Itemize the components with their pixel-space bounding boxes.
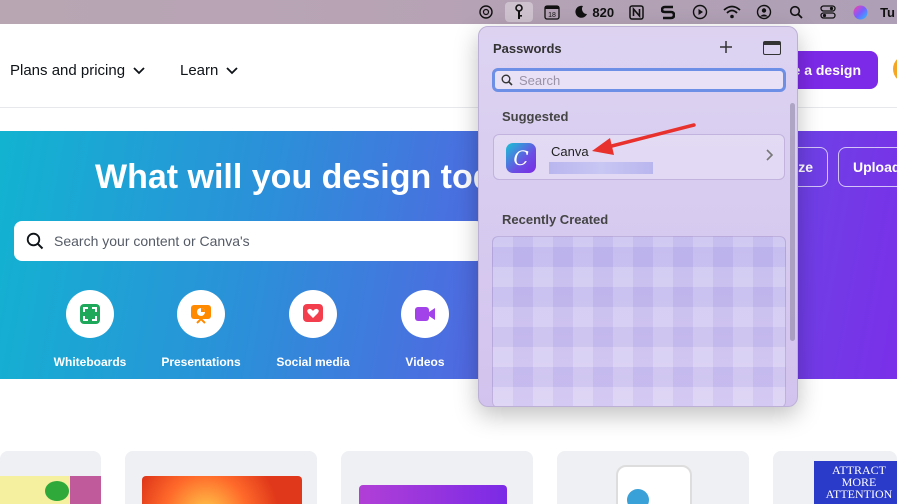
nav-plans-label: Plans and pricing xyxy=(10,62,126,79)
control-center-icon[interactable] xyxy=(819,3,837,21)
template-tile[interactable]: ATTRACT MORE ATTENTION xyxy=(773,451,897,504)
suggested-heading: Suggested xyxy=(502,109,569,124)
category-social-media[interactable]: Social media xyxy=(263,290,363,369)
category-presentations[interactable]: Presentations xyxy=(151,290,251,369)
nav-plans-and-pricing[interactable]: Plans and pricing xyxy=(10,62,145,79)
clock-text[interactable]: Tu xyxy=(880,5,895,20)
heart-icon xyxy=(289,290,337,338)
customize-size-label: ze xyxy=(798,159,813,175)
wifi-icon[interactable] xyxy=(723,3,741,21)
video-icon xyxy=(401,290,449,338)
template-tile[interactable] xyxy=(341,451,533,504)
s-app-icon[interactable] xyxy=(659,3,677,21)
menu-bar: 18 820 Tu xyxy=(0,0,897,24)
upload-button[interactable]: Upload xyxy=(838,147,897,187)
moon-icon xyxy=(575,5,588,18)
play-icon[interactable] xyxy=(691,3,709,21)
password-search-placeholder: Search xyxy=(519,72,561,88)
siri-icon[interactable] xyxy=(851,3,869,21)
hero-search-input[interactable]: Search your content or Canva's xyxy=(14,221,484,261)
hero-title: What will you design toda xyxy=(95,158,513,196)
annotation-arrow xyxy=(592,123,696,155)
create-design-label: e a design xyxy=(792,62,861,78)
template-tile[interactable] xyxy=(125,451,317,504)
template-tile[interactable] xyxy=(557,451,749,504)
template-tile[interactable] xyxy=(0,451,101,504)
suggested-item-name: Canva xyxy=(551,144,589,159)
calendar-icon[interactable]: 18 xyxy=(543,3,561,21)
category-label: Social media xyxy=(276,355,350,369)
weather-value: 820 xyxy=(592,4,615,20)
whiteboard-icon xyxy=(66,290,114,338)
keys-icon[interactable] xyxy=(505,2,534,22)
plus-icon xyxy=(720,41,732,53)
chevron-down-icon xyxy=(133,66,145,74)
nav-learn-label: Learn xyxy=(180,62,219,79)
poster-line: ATTENTION xyxy=(825,487,893,501)
category-videos[interactable]: Videos xyxy=(375,290,475,369)
popover-title: Passwords xyxy=(493,41,562,56)
passwords-popover: Passwords Search Suggested C Canva Recen… xyxy=(478,26,798,407)
category-label: Whiteboards xyxy=(53,355,127,369)
canva-logo-icon: C xyxy=(506,143,536,173)
search-icon xyxy=(501,74,513,86)
presentation-icon xyxy=(177,290,225,338)
popover-scrollbar[interactable] xyxy=(790,103,795,341)
open-window-icon[interactable] xyxy=(763,41,781,55)
recently-created-list[interactable] xyxy=(492,236,786,406)
chevron-right-icon xyxy=(766,149,774,161)
weather-widget[interactable]: 820 xyxy=(574,5,614,20)
search-icon xyxy=(26,232,44,250)
chevron-down-icon xyxy=(226,66,239,74)
category-label: Videos xyxy=(405,355,445,369)
openai-icon[interactable] xyxy=(477,3,495,21)
category-label: Presentations xyxy=(161,355,241,369)
nav-learn[interactable]: Learn xyxy=(180,62,239,79)
user-icon[interactable] xyxy=(755,3,773,21)
password-search-input[interactable]: Search xyxy=(492,68,786,92)
category-whiteboards[interactable]: Whiteboards xyxy=(40,290,140,369)
recently-created-heading: Recently Created xyxy=(502,212,609,227)
attract-poster: ATTRACT MORE ATTENTION xyxy=(814,461,897,504)
upload-label: Upload xyxy=(853,159,897,175)
add-password-button[interactable] xyxy=(719,37,733,60)
search-icon[interactable] xyxy=(787,3,805,21)
blurred-username xyxy=(549,162,653,174)
calendar-day: 18 xyxy=(548,12,556,19)
hero-search-placeholder: Search your content or Canva's xyxy=(54,233,250,249)
notion-icon[interactable] xyxy=(627,3,645,21)
